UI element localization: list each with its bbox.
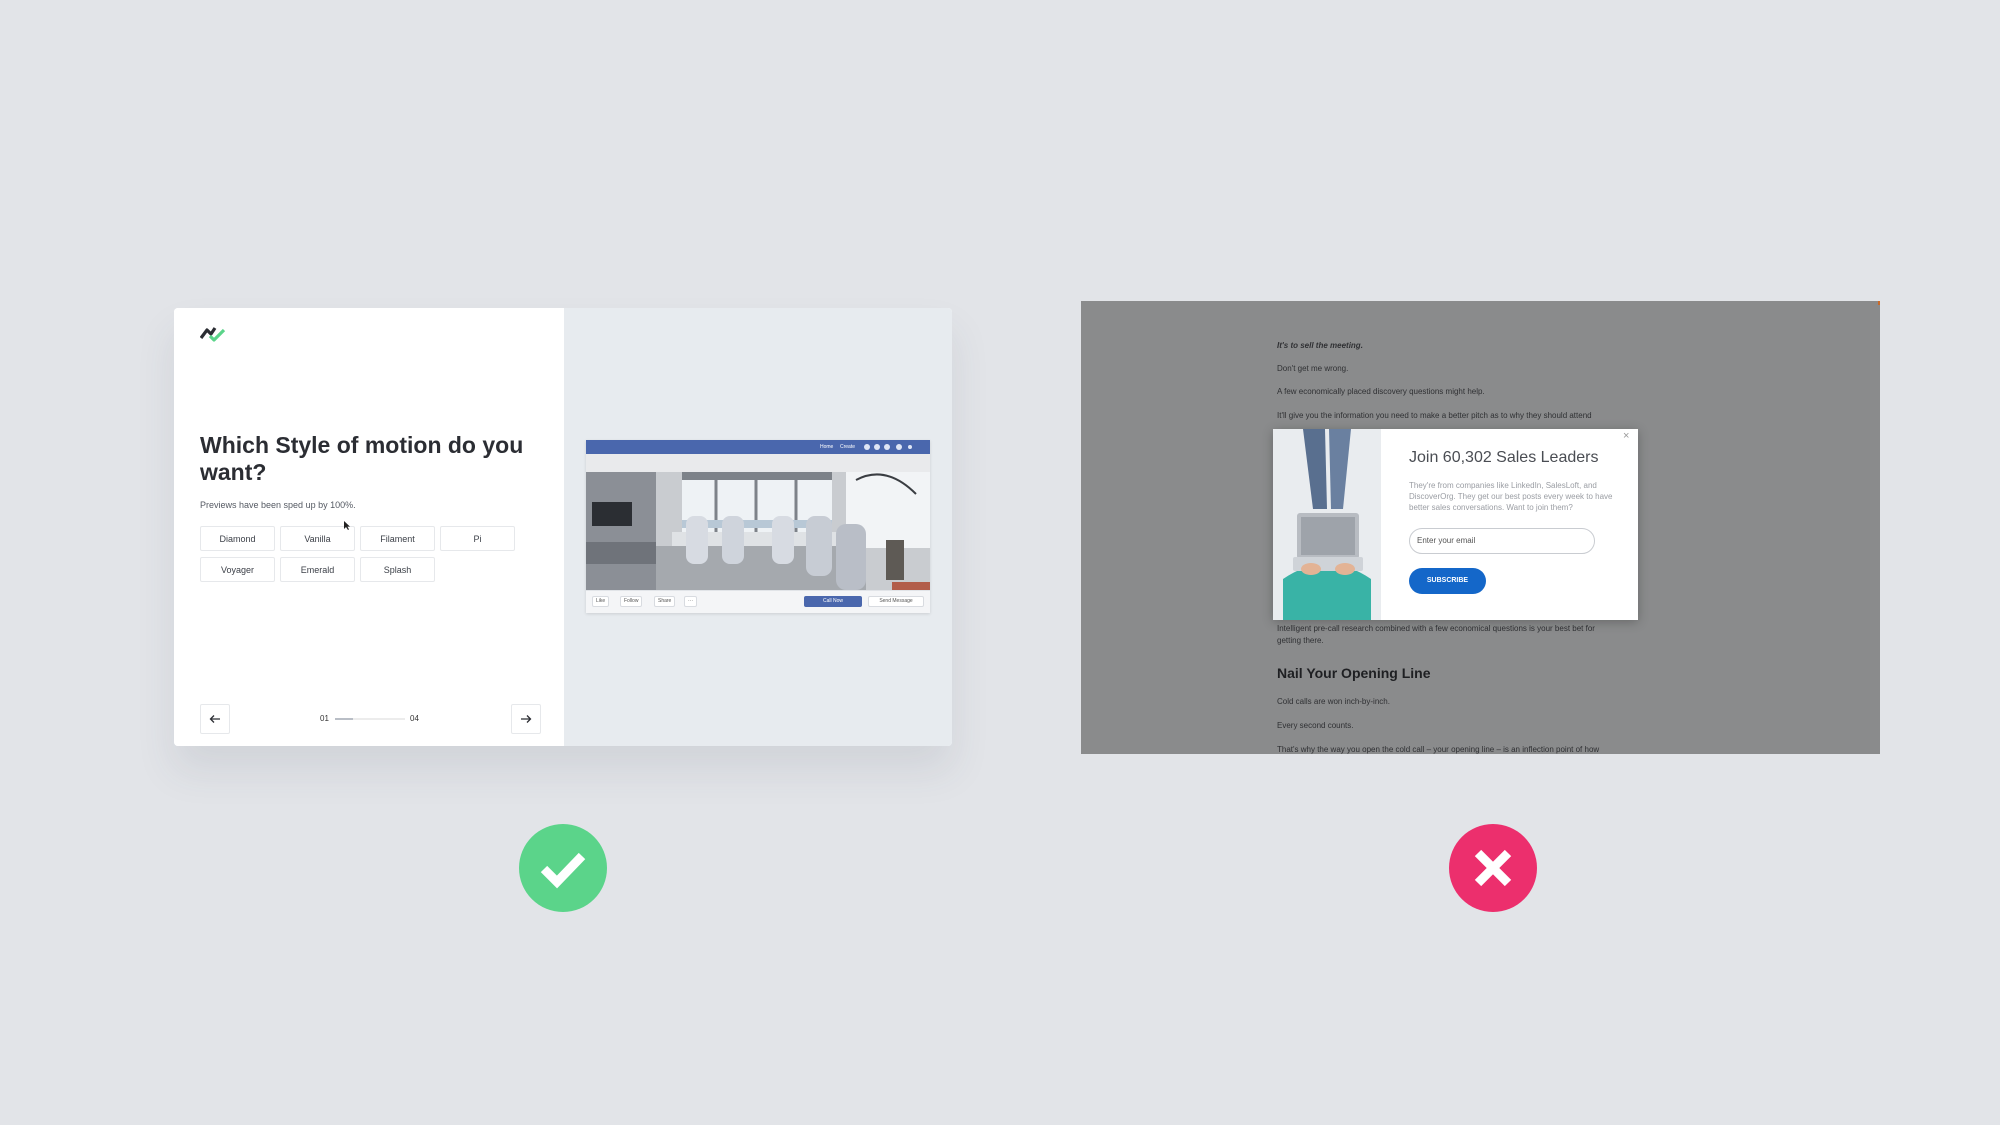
bad-example-screenshot: It's to sell the meeting. Don't get me w… (1081, 301, 1880, 754)
question-title: Which Style of motion do you want? (200, 432, 524, 485)
preview-call-now-button[interactable]: Call Now (804, 596, 862, 607)
article-line: It's to sell the meeting. (1277, 341, 1363, 350)
popup-title: Join 60,302 Sales Leaders (1409, 449, 1599, 466)
next-button[interactable] (511, 704, 541, 734)
preview-nav-home: Home (820, 444, 834, 450)
messenger-icon (874, 444, 880, 450)
check-icon (519, 824, 607, 912)
article-line: Intelligent pre-call research combined w… (1277, 624, 1595, 633)
style-option-filament[interactable]: Filament (360, 526, 435, 551)
notifications-icon (884, 444, 890, 450)
help-icon (896, 444, 902, 450)
question-subtitle: Previews have been sped up by 100%. (200, 500, 356, 510)
progress-fill (335, 718, 353, 720)
chevron-down-icon (908, 445, 912, 449)
preview-action-bar: Like Follow Share ··· Call Now Send Mess… (586, 590, 930, 613)
corner-accent (1878, 301, 1880, 305)
cross-icon (1449, 824, 1537, 912)
subscribe-popup: × Join 60,302 Sales Leaders They're from… (1273, 429, 1638, 620)
progress-current: 01 (320, 714, 329, 723)
close-icon[interactable]: × (1623, 431, 1629, 442)
article-line: Cold calls are won inch-by-inch. (1277, 697, 1390, 706)
preview-top-bar: Home Create (586, 440, 930, 454)
logo-icon (200, 327, 226, 342)
preview-nav-create: Create (840, 444, 856, 450)
article-line: Don't get me wrong. (1277, 364, 1349, 373)
progress-total: 04 (410, 714, 419, 723)
article-line: Every second counts. (1277, 721, 1354, 730)
preview-follow-button[interactable]: Follow (620, 596, 643, 607)
dining-room-photo (586, 454, 930, 590)
question-panel: Which Style of motion do you want? Previ… (174, 308, 564, 746)
style-option-diamond[interactable]: Diamond (200, 526, 275, 551)
email-input[interactable]: Enter your email (1409, 528, 1595, 554)
preview-panel: Home Create Like Follow Share ··· Call N… (564, 308, 952, 746)
preview-like-button[interactable]: Like (592, 596, 610, 607)
good-example-card: Which Style of motion do you want? Previ… (174, 308, 952, 746)
article-line: That's why the way you open the cold cal… (1277, 745, 1600, 754)
facebook-page-preview: Home Create Like Follow Share ··· Call N… (586, 440, 930, 613)
arrow-right-icon (521, 715, 532, 723)
laptop-user-photo (1273, 429, 1381, 620)
article-line: A few economically placed discovery ques… (1277, 387, 1485, 396)
friends-icon (864, 444, 870, 450)
preview-more-button[interactable]: ··· (684, 596, 697, 607)
article-line: It'll give you the information you need … (1277, 411, 1592, 420)
arrow-left-icon (209, 715, 220, 723)
preview-send-message-button[interactable]: Send Message (868, 596, 924, 607)
article-heading: Nail Your Opening Line (1277, 665, 1431, 681)
style-options: Diamond Vanilla Filament Pi Voyager Emer… (200, 526, 520, 582)
popup-body: They're from companies like LinkedIn, Sa… (1409, 481, 1613, 512)
style-option-emerald[interactable]: Emerald (280, 557, 355, 582)
progress-track (335, 718, 405, 720)
cursor-icon (344, 521, 350, 530)
previous-button[interactable] (200, 704, 230, 734)
style-option-splash[interactable]: Splash (360, 557, 435, 582)
subscribe-button[interactable]: SUBSCRIBE (1409, 568, 1486, 594)
preview-share-button[interactable]: Share (654, 596, 676, 607)
style-option-voyager[interactable]: Voyager (200, 557, 275, 582)
style-option-pi[interactable]: Pi (440, 526, 515, 551)
article-line: getting there. (1277, 636, 1324, 645)
